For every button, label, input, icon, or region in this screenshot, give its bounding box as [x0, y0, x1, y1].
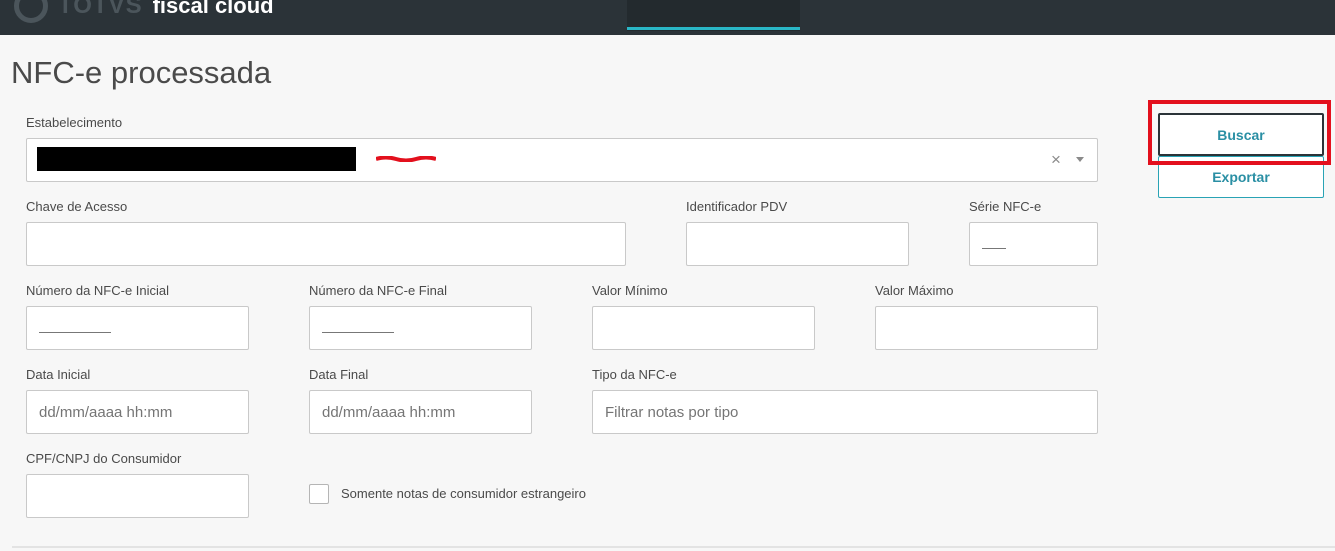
valor-maximo-label: Valor Máximo: [875, 283, 954, 298]
estabelecimento-label: Estabelecimento: [26, 115, 123, 130]
identificador-pdv-input[interactable]: [686, 222, 909, 266]
red-scribble-annotation: [376, 156, 436, 162]
valor-maximo-input[interactable]: [875, 306, 1098, 350]
product-name: fiscal cloud: [152, 0, 274, 18]
clear-icon[interactable]: ×: [1051, 150, 1061, 170]
numero-inicial-input[interactable]: [26, 306, 249, 350]
numero-final-mask: [322, 331, 394, 333]
top-navbar: TOTVS fiscal cloud: [0, 0, 1335, 35]
data-final-label: Data Final: [309, 367, 369, 382]
consumidor-estrangeiro-checkbox[interactable]: [309, 484, 329, 504]
numero-final-input[interactable]: [309, 306, 532, 350]
cpf-cnpj-input[interactable]: [26, 474, 249, 518]
cpf-cnpj-label: CPF/CNPJ do Consumidor: [26, 451, 182, 466]
serie-mask: [982, 247, 1006, 249]
valor-minimo-label: Valor Mínimo: [592, 283, 668, 298]
identificador-pdv-label: Identificador PDV: [686, 199, 788, 214]
data-final-input[interactable]: [309, 390, 532, 434]
data-inicial-label: Data Inicial: [26, 367, 91, 382]
numero-inicial-mask: [39, 331, 111, 333]
brand-word: TOTVS: [58, 0, 143, 19]
red-highlight-annotation: [1148, 100, 1331, 165]
nav-active-indicator: [627, 27, 800, 30]
section-divider: [12, 546, 1335, 548]
totvs-logo-icon: [14, 0, 48, 23]
consumidor-estrangeiro-label[interactable]: Somente notas de consumidor estrangeiro: [341, 486, 586, 501]
valor-minimo-input[interactable]: [592, 306, 815, 350]
data-inicial-input[interactable]: [26, 390, 249, 434]
chevron-down-icon[interactable]: [1076, 157, 1084, 162]
brand[interactable]: TOTVS fiscal cloud: [14, 0, 274, 23]
redacted-value: [37, 147, 356, 171]
chave-acesso-input[interactable]: [26, 222, 626, 266]
serie-label: Série NFC-e: [969, 199, 1042, 214]
tipo-nfce-input[interactable]: [592, 390, 1098, 434]
numero-final-label: Número da NFC-e Final: [309, 283, 447, 298]
tipo-nfce-label: Tipo da NFC-e: [592, 367, 677, 382]
chave-acesso-label: Chave de Acesso: [26, 199, 128, 214]
numero-inicial-label: Número da NFC-e Inicial: [26, 283, 170, 298]
serie-input[interactable]: [969, 222, 1098, 266]
page-title: NFC-e processada: [11, 55, 272, 90]
